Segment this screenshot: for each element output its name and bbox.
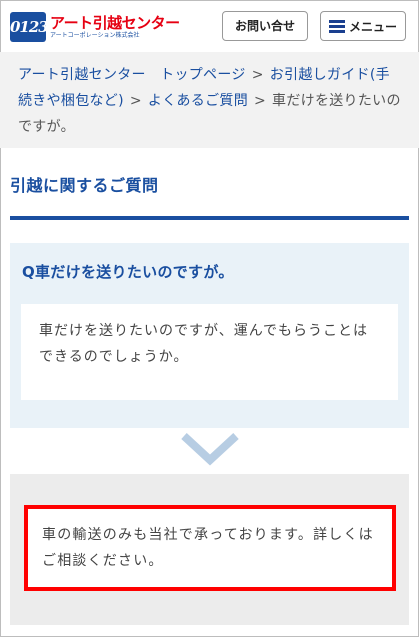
menu-button-label: メニュー: [348, 19, 397, 34]
logo-text: アート引越センター アートコーポレーション株式会社: [50, 13, 180, 40]
page-title: 引越に関するご質問: [10, 176, 159, 195]
title-divider: [10, 216, 409, 220]
menu-button[interactable]: メニュー: [320, 11, 406, 41]
breadcrumb-separator: >: [251, 67, 264, 83]
breadcrumb: アート引越センター トップページ > お引越しガイド(手続きや梱包など) > よくあるご…: [0, 52, 419, 148]
breadcrumb-separator: >: [254, 93, 267, 109]
breadcrumb-separator: >: [129, 93, 142, 109]
question-body: 車だけを送りたいのですが、運んでもらうことはできるのでしょうか。: [21, 304, 398, 400]
answer-body: 車の輸送のみも当社で承っております。詳しくはご相談ください。: [24, 505, 396, 591]
hamburger-icon: [328, 20, 345, 33]
chevron-down-icon: [181, 433, 239, 466]
logo-mark: 0123: [10, 12, 49, 42]
logo-name: アート引越センター: [50, 13, 180, 32]
contact-button[interactable]: お問い合せ: [222, 11, 308, 41]
site-logo[interactable]: 0123 アート引越センター アートコーポレーション株式会社: [10, 12, 180, 42]
site-header: 0123 アート引越センター アートコーポレーション株式会社 お問い合せ メニュ…: [0, 0, 419, 52]
question-section: Q車だけを送りたいのですが。 車だけを送りたいのですが、運んでもらうことはできる…: [10, 243, 409, 428]
breadcrumb-link-faq[interactable]: よくあるご質問: [148, 93, 248, 109]
answer-section: 車の輸送のみも当社で承っております。詳しくはご相談ください。: [10, 474, 409, 625]
question-title: Q車だけを送りたいのですが。: [22, 263, 234, 281]
breadcrumb-link-top[interactable]: アート引越センター トップページ: [18, 67, 246, 83]
logo-company: アートコーポレーション株式会社: [50, 31, 140, 39]
